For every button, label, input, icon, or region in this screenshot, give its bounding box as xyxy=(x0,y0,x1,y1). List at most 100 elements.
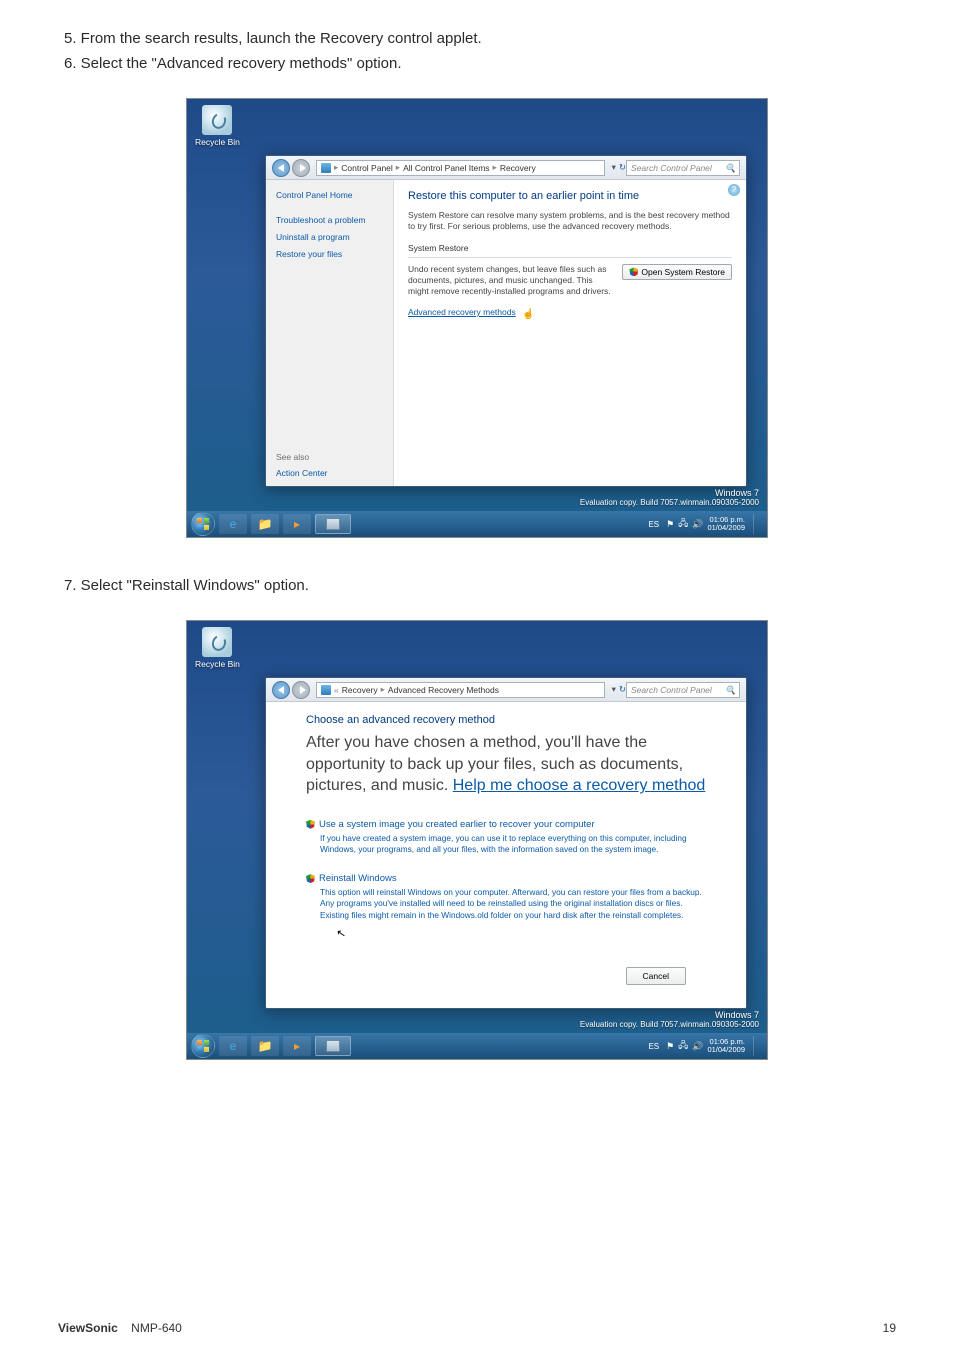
adv-heading: Choose an advanced recovery method xyxy=(306,714,706,726)
footer-brand: ViewSonic xyxy=(58,1321,118,1335)
search-placeholder: Search Control Panel xyxy=(631,163,712,173)
recycle-bin-label-2: Recycle Bin xyxy=(195,659,240,669)
breadcrumb2-seg-1[interactable]: Recovery xyxy=(342,685,378,695)
step-6-text: 6. Select the "Advanced recovery methods… xyxy=(64,53,896,74)
show-desktop-button[interactable] xyxy=(753,514,761,534)
start-button[interactable] xyxy=(191,512,215,536)
cursor-icon: ☝ xyxy=(522,309,534,320)
taskbar-app-button[interactable] xyxy=(315,514,351,534)
opt1-desc: If you have created a system image, you … xyxy=(306,833,706,855)
shield-icon xyxy=(629,267,638,276)
language-indicator-2[interactable]: ES xyxy=(645,1041,662,1052)
taskbar-ie-icon[interactable]: e xyxy=(219,514,247,534)
address-icon xyxy=(321,163,331,173)
system-restore-desc: Undo recent system changes, but leave fi… xyxy=(408,264,612,297)
addr-dropdown-2[interactable]: ▾ xyxy=(609,684,619,695)
opt2-desc: This option will reinstall Windows on yo… xyxy=(306,887,706,921)
content-heading: Restore this computer to an earlier poin… xyxy=(408,190,732,202)
recycle-bin-2[interactable]: Recycle Bin xyxy=(195,627,240,669)
content-pane: ? Restore this computer to an earlier po… xyxy=(394,180,746,486)
search-placeholder-2: Search Control Panel xyxy=(631,685,712,695)
flag-tray-icon-2[interactable]: ⚑ xyxy=(666,1041,674,1052)
opt1-title: Use a system image you created earlier t… xyxy=(319,819,595,830)
open-system-restore-button[interactable]: Open System Restore xyxy=(622,264,732,280)
address-bar[interactable]: ▸ Control Panel ▸ All Control Panel Item… xyxy=(316,160,605,176)
clock-date-2: 01/04/2009 xyxy=(707,1046,745,1054)
taskbar-wmp-icon-2[interactable]: ▸ xyxy=(283,1036,311,1056)
clock-2[interactable]: 01:06 p.m. 01/04/2009 xyxy=(707,1038,745,1054)
sidebar-uninstall[interactable]: Uninstall a program xyxy=(276,232,383,242)
help-choose-link[interactable]: Help me choose a recovery method xyxy=(453,777,706,794)
watermark-title-2: Windows 7 xyxy=(580,1010,759,1020)
option-reinstall-windows[interactable]: Reinstall Windows This option will reins… xyxy=(306,873,706,939)
search-input-2[interactable]: Search Control Panel 🔍 xyxy=(626,682,740,698)
shield-icon-opt2 xyxy=(306,874,315,883)
watermark-build-2: Evaluation copy. Build 7057.winmain.0903… xyxy=(580,1020,759,1029)
search-icon[interactable]: 🔍 xyxy=(725,163,735,173)
screenshot-2-desktop: Recycle Bin « Recovery ▸ Advanced Recove… xyxy=(186,620,768,1060)
show-desktop-button-2[interactable] xyxy=(753,1036,761,1056)
network-tray-icon-2[interactable]: 🖧 xyxy=(678,1038,688,1054)
back-button[interactable] xyxy=(272,159,290,177)
step-5-text: 5. From the search results, launch the R… xyxy=(64,28,896,49)
nav-bar: ▸ Control Panel ▸ All Control Panel Item… xyxy=(266,156,746,180)
breadcrumb-seg-3[interactable]: Recovery xyxy=(500,163,536,173)
recycle-bin-icon xyxy=(202,105,232,135)
recycle-bin[interactable]: Recycle Bin xyxy=(195,105,240,147)
adv-subtext: After you have chosen a method, you'll h… xyxy=(306,732,706,797)
open-system-restore-label: Open System Restore xyxy=(641,267,725,277)
search-input[interactable]: Search Control Panel 🔍 xyxy=(626,160,740,176)
taskbar-ie-icon-2[interactable]: e xyxy=(219,1036,247,1056)
watermark-2: Windows 7 Evaluation copy. Build 7057.wi… xyxy=(580,1010,759,1029)
system-restore-label: System Restore xyxy=(408,243,732,253)
watermark-title: Windows 7 xyxy=(580,488,759,498)
sidebar-see-also: See also xyxy=(276,452,328,462)
option-system-image[interactable]: Use a system image you created earlier t… xyxy=(306,819,706,855)
cancel-button[interactable]: Cancel xyxy=(626,967,686,985)
taskbar-explorer-icon-2[interactable]: 📁 xyxy=(251,1036,279,1056)
search-icon-2[interactable]: 🔍 xyxy=(725,685,735,695)
network-tray-icon[interactable]: 🖧 xyxy=(678,516,688,532)
taskbar-explorer-icon[interactable]: 📁 xyxy=(251,514,279,534)
addr-dropdown[interactable]: ▾ xyxy=(609,162,619,173)
page-number: 19 xyxy=(883,1321,896,1335)
breadcrumb-seg-1[interactable]: Control Panel xyxy=(341,163,393,173)
address-bar-2[interactable]: « Recovery ▸ Advanced Recovery Methods xyxy=(316,682,605,698)
screenshot-1-desktop: Recycle Bin ▸ Control Panel ▸ All Contro… xyxy=(186,98,768,538)
taskbar-2: e 📁 ▸ ES ⚑ 🖧 🔊 01:06 p.m. 01/04/2009 xyxy=(187,1033,767,1059)
clock-date: 01/04/2009 xyxy=(707,524,745,532)
nav-bar-2: « Recovery ▸ Advanced Recovery Methods ▾… xyxy=(266,678,746,702)
breadcrumb2-seg-2[interactable]: Advanced Recovery Methods xyxy=(388,685,499,695)
taskbar-wmp-icon[interactable]: ▸ xyxy=(283,514,311,534)
sidebar-restore-files[interactable]: Restore your files xyxy=(276,249,383,259)
sidebar-troubleshoot[interactable]: Troubleshoot a problem xyxy=(276,215,383,225)
page-footer: ViewSonic NMP-640 19 xyxy=(58,1321,896,1335)
advanced-recovery-link[interactable]: Advanced recovery methods xyxy=(408,307,516,317)
back-button-2[interactable] xyxy=(272,681,290,699)
watermark: Windows 7 Evaluation copy. Build 7057.wi… xyxy=(580,488,759,507)
refresh-icon-2[interactable]: ↻ xyxy=(619,684,626,695)
content-intro: System Restore can resolve many system p… xyxy=(408,210,732,233)
volume-tray-icon-2[interactable]: 🔊 xyxy=(692,1041,703,1052)
sidebar: Control Panel Home Troubleshoot a proble… xyxy=(266,180,394,486)
language-indicator[interactable]: ES xyxy=(645,519,662,530)
recovery-window: ▸ Control Panel ▸ All Control Panel Item… xyxy=(265,155,747,487)
opt2-title: Reinstall Windows xyxy=(319,873,397,884)
breadcrumb-seg-2[interactable]: All Control Panel Items xyxy=(403,163,489,173)
taskbar-app-button-2[interactable] xyxy=(315,1036,351,1056)
shield-icon-opt1 xyxy=(306,820,315,829)
sidebar-action-center[interactable]: Action Center xyxy=(276,468,328,478)
volume-tray-icon[interactable]: 🔊 xyxy=(692,519,703,530)
flag-tray-icon[interactable]: ⚑ xyxy=(666,519,674,530)
help-icon[interactable]: ? xyxy=(728,184,740,196)
recycle-bin-label: Recycle Bin xyxy=(195,137,240,147)
clock[interactable]: 01:06 p.m. 01/04/2009 xyxy=(707,516,745,532)
address-icon-2 xyxy=(321,685,331,695)
sidebar-home[interactable]: Control Panel Home xyxy=(276,190,383,200)
start-button-2[interactable] xyxy=(191,1034,215,1058)
forward-button-2[interactable] xyxy=(292,681,310,699)
advanced-recovery-window: « Recovery ▸ Advanced Recovery Methods ▾… xyxy=(265,677,747,1009)
forward-button[interactable] xyxy=(292,159,310,177)
taskbar: e 📁 ▸ ES ⚑ 🖧 🔊 01:06 p.m. 01/04/2009 xyxy=(187,511,767,537)
refresh-icon[interactable]: ↻ xyxy=(619,162,626,173)
